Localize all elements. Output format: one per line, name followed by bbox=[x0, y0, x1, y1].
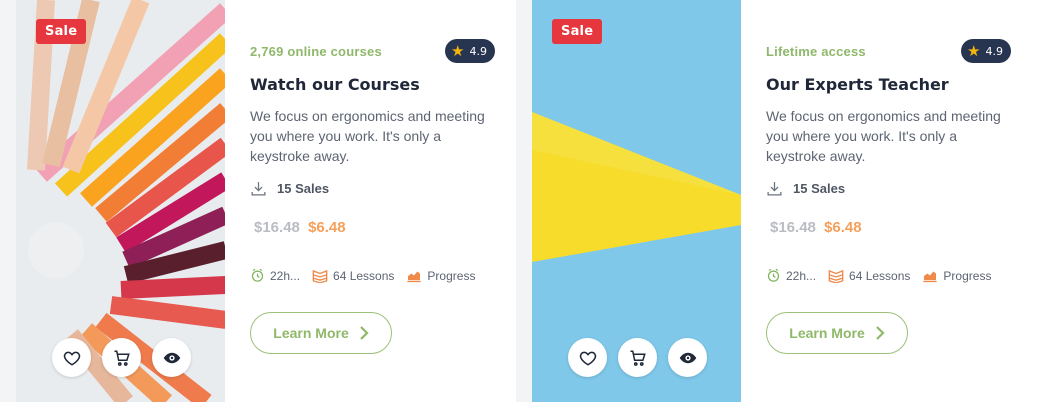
progress-stat: Progress bbox=[922, 268, 991, 283]
course-stats: 22h... 64 Lessons Progress bbox=[250, 268, 487, 283]
chevron-right-icon bbox=[875, 326, 885, 340]
cart-icon bbox=[630, 350, 646, 366]
download-icon bbox=[767, 182, 782, 196]
old-price: $16.48 bbox=[254, 219, 300, 236]
chevron-right-icon bbox=[359, 326, 369, 340]
price: $16.48 $6.48 bbox=[254, 219, 346, 236]
sale-price: $6.48 bbox=[308, 219, 346, 236]
learn-more-button[interactable]: Learn More bbox=[250, 312, 392, 354]
course-description: We focus on ergonomics and meeting you w… bbox=[250, 108, 485, 164]
add-to-cart-button[interactable] bbox=[102, 338, 141, 377]
chart-icon bbox=[923, 271, 938, 283]
clock-icon bbox=[251, 268, 264, 282]
duration-stat: 22h... bbox=[766, 268, 816, 283]
rating-value: 4.9 bbox=[469, 44, 488, 58]
course-count-label: 2,769 online courses bbox=[250, 43, 382, 59]
rating-badge: ★ 4.9 bbox=[961, 39, 1011, 63]
sales-count: 15 Sales bbox=[250, 180, 329, 197]
course-card: Sale 2,769 online courses ★ 4.9 Watch ou… bbox=[16, 0, 516, 402]
sale-badge: Sale bbox=[36, 19, 87, 44]
book-icon bbox=[828, 269, 844, 283]
cart-icon bbox=[114, 350, 130, 366]
clock-icon bbox=[767, 268, 780, 282]
sale-price: $6.48 bbox=[824, 219, 862, 236]
star-icon: ★ bbox=[967, 41, 981, 60]
course-title[interactable]: Watch our Courses bbox=[250, 75, 420, 94]
sale-badge: Sale bbox=[552, 19, 603, 44]
add-to-cart-button[interactable] bbox=[618, 338, 657, 377]
heart-icon bbox=[579, 351, 596, 366]
course-grid: Sale 2,769 online courses ★ 4.9 Watch ou… bbox=[0, 0, 1050, 402]
lessons-stat: 64 Lessons bbox=[312, 268, 394, 283]
course-image-paper[interactable]: Sale bbox=[532, 0, 741, 402]
price: $16.48 $6.48 bbox=[770, 219, 862, 236]
learn-more-button[interactable]: Learn More bbox=[766, 312, 908, 354]
course-description: We focus on ergonomics and meeting you w… bbox=[766, 108, 1001, 164]
quick-view-button[interactable] bbox=[668, 338, 707, 377]
card-actions bbox=[52, 338, 191, 377]
card-actions bbox=[568, 338, 707, 377]
wishlist-button[interactable] bbox=[52, 338, 91, 377]
download-icon bbox=[251, 182, 266, 196]
access-label: Lifetime access bbox=[766, 43, 866, 59]
lessons-stat: 64 Lessons bbox=[828, 268, 910, 283]
course-card: Sale Lifetime access ★ 4.9 Our Experts T… bbox=[532, 0, 1050, 402]
course-image-pencils[interactable]: Sale bbox=[16, 0, 225, 402]
book-icon bbox=[312, 269, 328, 283]
course-title[interactable]: Our Experts Teacher bbox=[766, 75, 949, 94]
eye-icon bbox=[163, 352, 180, 363]
wishlist-button[interactable] bbox=[568, 338, 607, 377]
eye-icon bbox=[679, 352, 696, 363]
heart-icon bbox=[63, 351, 80, 366]
progress-stat: Progress bbox=[406, 268, 475, 283]
rating-badge: ★ 4.9 bbox=[445, 39, 495, 63]
course-stats: 22h... 64 Lessons Progress bbox=[766, 268, 1003, 283]
star-icon: ★ bbox=[451, 41, 465, 60]
old-price: $16.48 bbox=[770, 219, 816, 236]
sales-count: 15 Sales bbox=[766, 180, 845, 197]
quick-view-button[interactable] bbox=[152, 338, 191, 377]
duration-stat: 22h... bbox=[250, 268, 300, 283]
rating-value: 4.9 bbox=[985, 44, 1004, 58]
chart-icon bbox=[407, 271, 422, 283]
